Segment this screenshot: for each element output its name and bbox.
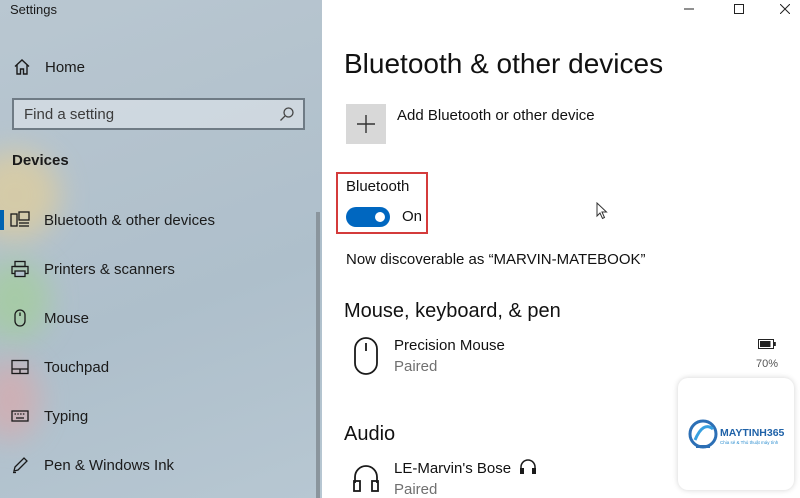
maximize-button[interactable]: [716, 0, 762, 18]
search-box[interactable]: [12, 98, 305, 130]
minimize-icon: [684, 8, 694, 10]
bluetooth-state-label: On: [402, 208, 423, 225]
keyboard-icon: [10, 407, 30, 425]
svg-text:Chia sẻ & Thủ thuật máy tính: Chia sẻ & Thủ thuật máy tính: [720, 439, 779, 445]
bluetooth-toggle[interactable]: [346, 207, 390, 227]
sidebar-item-typing[interactable]: Typing: [0, 398, 316, 434]
group-title-input: Mouse, keyboard, & pen: [344, 300, 561, 322]
add-device-button[interactable]: [346, 104, 386, 144]
maximize-icon: [734, 4, 744, 14]
add-device-label[interactable]: Add Bluetooth or other device: [397, 107, 595, 124]
close-button[interactable]: [762, 0, 800, 18]
toggle-knob: [375, 212, 385, 222]
maytinh365-logo: MAYTINH365 Chia sẻ & Thủ thuật máy tính: [688, 419, 785, 449]
device-status: Paired: [394, 358, 438, 375]
battery-icon: [758, 339, 776, 349]
section-title: Devices: [12, 152, 69, 169]
plus-icon: [357, 115, 375, 133]
device-name: LE-Marvin's Bose: [394, 459, 537, 477]
add-device-row[interactable]: Add Bluetooth or other device: [346, 104, 595, 144]
printer-icon: [10, 260, 30, 278]
device-status: Paired: [394, 481, 438, 498]
device-bose[interactable]: LE-Marvin's Bose Paired: [352, 459, 537, 498]
sidebar-item-label: Printers & scanners: [44, 260, 175, 278]
sidebar: Settings Home Devices Bluetooth & other …: [0, 0, 322, 498]
mouse-icon: [10, 309, 30, 327]
sidebar-item-label: Touchpad: [44, 358, 110, 376]
sidebar-item-bluetooth[interactable]: Bluetooth & other devices: [0, 202, 316, 238]
app-title: Settings: [10, 2, 57, 17]
sidebar-item-label: Bluetooth & other devices: [44, 211, 215, 229]
home-icon: [14, 59, 30, 75]
sidebar-item-printers[interactable]: Printers & scanners: [0, 251, 316, 287]
sidebar-item-label: Mouse: [44, 309, 90, 327]
touchpad-icon: [10, 358, 30, 376]
home-label: Home: [45, 58, 86, 76]
bluetooth-devices-icon: [10, 211, 30, 229]
sidebar-item-touchpad[interactable]: Touchpad: [0, 349, 316, 385]
mouse-cursor-icon: [596, 202, 608, 220]
battery-percent: 70%: [755, 358, 779, 370]
sidebar-item-label: Pen & Windows Ink: [44, 456, 175, 474]
sidebar-item-mouse[interactable]: Mouse: [0, 300, 316, 336]
search-icon[interactable]: [279, 106, 295, 122]
pen-icon: [10, 456, 30, 474]
page-title: Bluetooth & other devices: [344, 48, 664, 79]
device-name: Precision Mouse: [394, 337, 505, 354]
headphones-icon: [353, 465, 379, 492]
battery-indicator: 70%: [750, 336, 784, 370]
sidebar-home[interactable]: Home: [12, 56, 85, 78]
mouse-icon: [354, 337, 378, 375]
sidebar-item-label: Typing: [44, 407, 89, 425]
watermark-logo: MAYTINH365 Chia sẻ & Thủ thuật máy tính: [678, 378, 794, 490]
headphones-icon: [520, 459, 537, 474]
svg-text:MAYTINH365: MAYTINH365: [720, 427, 785, 439]
search-input[interactable]: [14, 100, 279, 128]
group-title-audio: Audio: [344, 423, 396, 445]
device-precision-mouse[interactable]: Precision Mouse Paired: [352, 337, 505, 377]
minimize-button[interactable]: [666, 0, 712, 18]
sidebar-scrollbar[interactable]: [316, 212, 320, 498]
sidebar-item-pen[interactable]: Pen & Windows Ink: [0, 447, 316, 483]
close-icon: [780, 4, 790, 14]
device-name-text: LE-Marvin's Bose: [394, 460, 512, 477]
bluetooth-label: Bluetooth: [346, 178, 410, 195]
discoverable-text: Now discoverable as “MARVIN-MATEBOOK”: [346, 251, 646, 268]
